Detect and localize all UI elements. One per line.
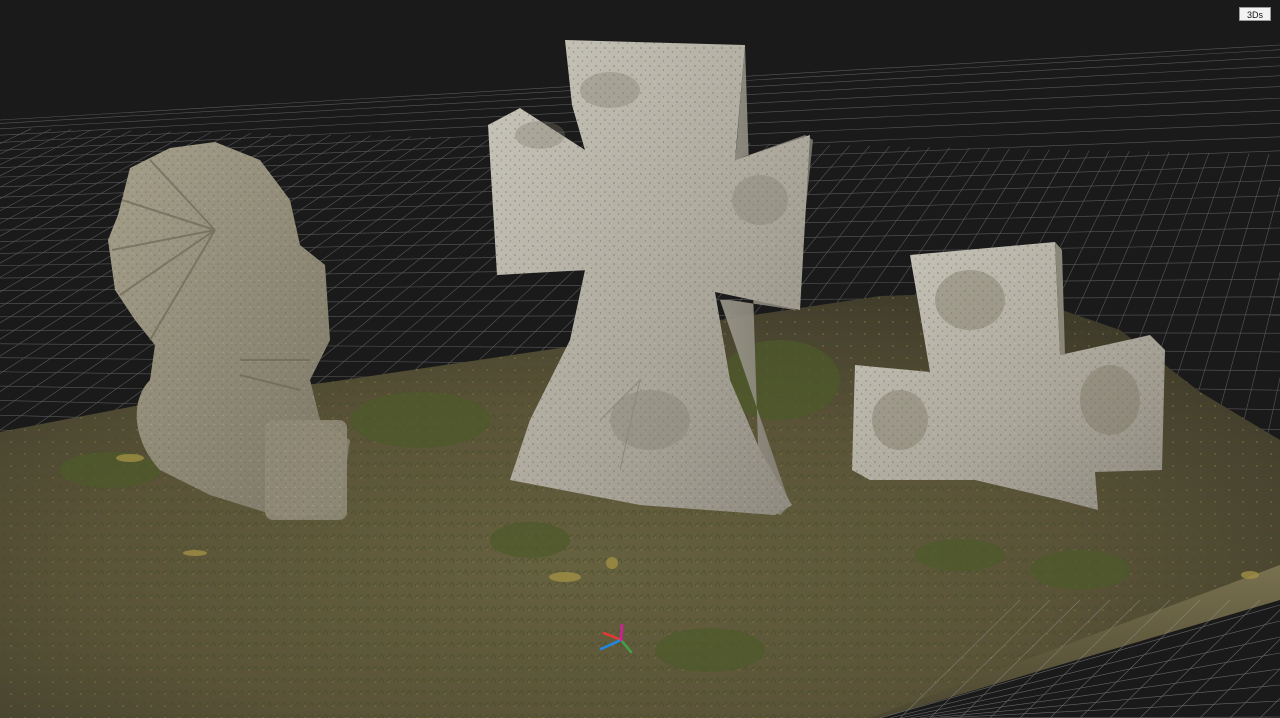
view-mode-badge[interactable]: 3Ds — [1239, 7, 1271, 21]
scene-canvas[interactable] — [0, 0, 1280, 718]
3d-viewport[interactable]: 3Ds — [0, 0, 1280, 718]
